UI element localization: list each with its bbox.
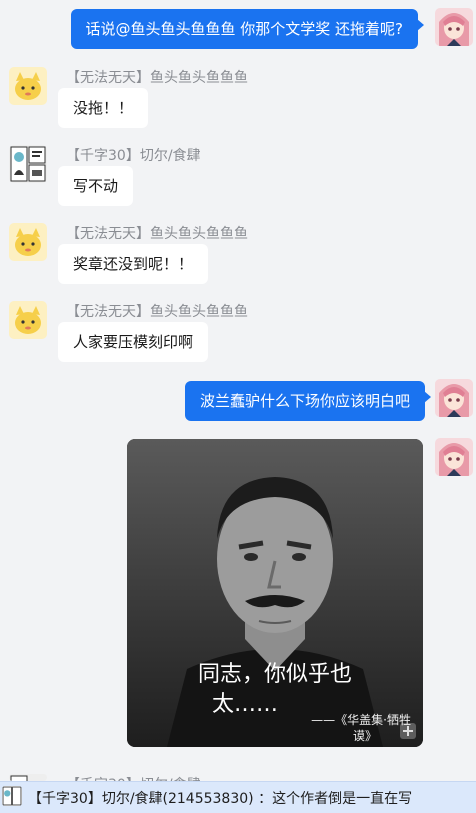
message-bubble[interactable]: 话说@鱼头鱼头鱼鱼鱼 你那个文学奖 还拖着呢? [70, 9, 424, 49]
avatar-manga-panel-icon[interactable] [9, 145, 47, 183]
avatar-yellow-cartoon-icon[interactable] [9, 67, 47, 105]
meme-image[interactable]: 同志，你似乎也 太…… ——《华盖集·牺牲 谟》 [127, 439, 423, 747]
preview-text: 【千字30】切尔/食肆(214553830) ：这个作者倒是一直在写 [28, 791, 413, 807]
sender-name: 【无法无天】鱼头鱼头鱼鱼鱼 [66, 304, 248, 320]
message-bubble[interactable]: 奖章还没到呢！！ [58, 244, 209, 284]
meme-source: ——《华盖集·牺牲 谟》 [311, 712, 411, 744]
sender-name: 【千字30】切尔/食肆 [66, 148, 201, 164]
message-bubble[interactable]: 人家要压模刻印啊 [58, 322, 209, 362]
meme-caption-line1: 同志，你似乎也 [197, 662, 352, 687]
avatar-manga-panel-icon[interactable] [9, 774, 47, 781]
avatar-yellow-cartoon-icon[interactable] [9, 223, 47, 261]
avatar-yellow-cartoon-icon[interactable] [9, 301, 47, 339]
message-bubble[interactable]: 波兰蠢驴什么下场你应该明白吧 [184, 381, 432, 421]
meme-source-line1: ——《华盖集·牺牲 [311, 713, 411, 727]
message-bubble[interactable]: 写不动 [58, 166, 134, 206]
new-message-preview-bar[interactable]: 【千字30】切尔/食肆(214553830) ：这个作者倒是一直在写 [0, 781, 476, 813]
avatar-anime-girl-icon[interactable] [435, 379, 473, 417]
preview-avatar-icon [2, 786, 22, 806]
avatar-anime-girl-icon[interactable] [435, 8, 473, 46]
sender-name: 【无法无天】鱼头鱼头鱼鱼鱼 [66, 226, 248, 242]
avatar-anime-girl-icon[interactable] [435, 438, 473, 476]
sender-name: 【无法无天】鱼头鱼头鱼鱼鱼 [66, 70, 248, 86]
message-bubble[interactable]: 没拖！！ [58, 88, 149, 128]
meme-source-line2: 谟》 [352, 729, 377, 743]
